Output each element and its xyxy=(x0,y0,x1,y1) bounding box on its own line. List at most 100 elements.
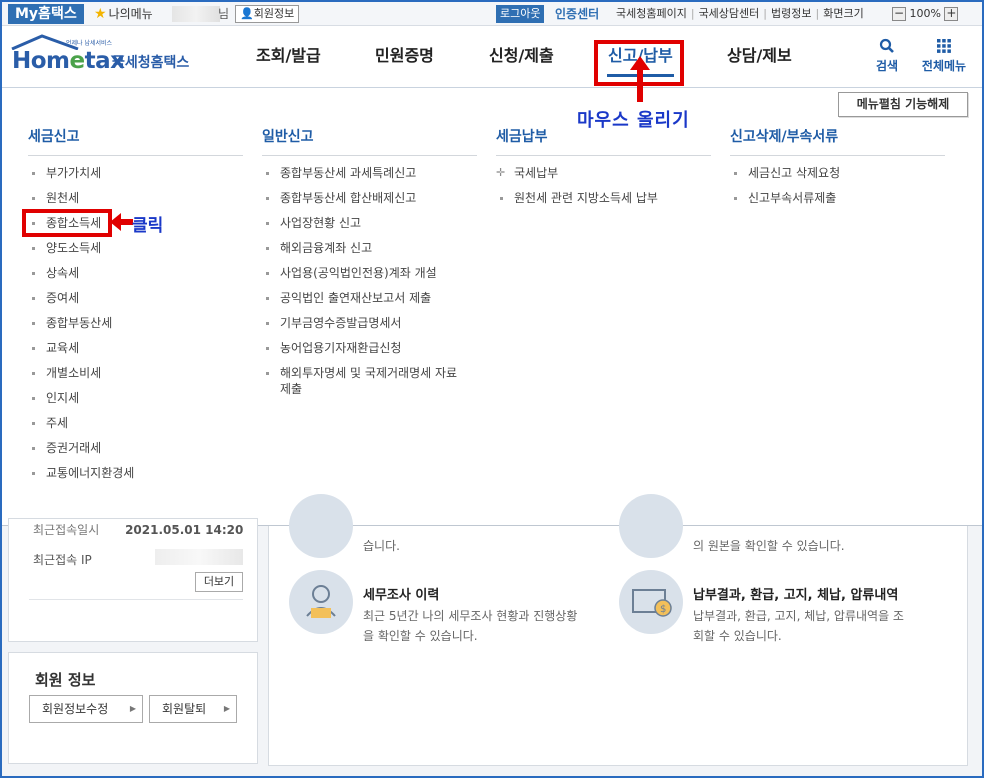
col-title[interactable]: 세금납부 xyxy=(496,128,711,156)
col-title[interactable]: 신고삭제/부속서류 xyxy=(730,128,945,156)
edit-member-label: 회원정보수정 xyxy=(42,702,109,716)
menu-item[interactable]: 해외금융계좌 신고 xyxy=(262,240,477,256)
service-desc-payment: 납부결과, 환급, 고지, 체납, 압류내역을 조회할 수 있습니다. xyxy=(693,609,904,643)
member-info-box: 회원 정보 회원정보수정 ▶ 회원탈퇴 ▶ xyxy=(8,652,258,764)
menu-item[interactable]: 사업장현황 신고 xyxy=(262,215,477,231)
screen-size-label: 화면크기 xyxy=(823,7,864,20)
login-info-box: 최근접속일시 2021.05.01 14:20 최근접속 IP 더보기 xyxy=(8,518,258,642)
menu-item-local-income-tax[interactable]: 원천세 관련 지방소득세 납부 xyxy=(496,190,711,206)
gnb-consult[interactable]: 상담/제보 xyxy=(727,46,792,66)
my-menu-label: 나의메뉴 xyxy=(108,7,153,21)
grid-icon xyxy=(937,39,951,53)
chevron-right-icon: ▶ xyxy=(223,704,230,713)
col-title[interactable]: 세금신고 xyxy=(28,128,243,156)
menu-item-gift[interactable]: 증여세 xyxy=(28,290,243,306)
my-menu-link[interactable]: ★ 나의메뉴 xyxy=(94,6,153,22)
search-label: 검색 xyxy=(875,59,899,73)
ip-redacted xyxy=(155,549,243,565)
cert-center-link[interactable]: 인증센터 xyxy=(555,6,599,22)
service-area: 습니다. 의 원본을 확인할 수 있습니다. 세무조사 이력 최근 5년간 나의… xyxy=(268,494,968,766)
person-icon: 👤 xyxy=(240,7,254,20)
menu-item[interactable]: 해외투자명세 및 국제거래명세 자료 제출 xyxy=(262,365,462,397)
star-icon: ★ xyxy=(94,6,107,22)
logo-tagline: 언제나 납세서비스 xyxy=(66,40,113,47)
menu-item[interactable]: 기부금영수증발급명세서 xyxy=(262,315,477,331)
menu-item-education[interactable]: 교육세 xyxy=(28,340,243,356)
menu-item-capital-gains[interactable]: 양도소득세 xyxy=(28,240,243,256)
utility-bar: My홈택스 ★ 나의메뉴 님 👤회원정보 로그아웃 인증센터 국세청홈페이지 | 국세… xyxy=(2,2,982,26)
divider xyxy=(29,599,243,600)
menu-col-tax-filing: 세금신고 부가가치세 원천세 종합소득세 양도소득세 상속세 증여세 종합부동산… xyxy=(28,128,243,490)
menu-item-delete-request[interactable]: 세금신고 삭제요청 xyxy=(730,165,945,181)
name-suffix: 님 xyxy=(218,7,230,21)
menu-item-energy[interactable]: 교통에너지환경세 xyxy=(28,465,243,481)
edit-member-button[interactable]: 회원정보수정 ▶ xyxy=(29,695,143,723)
menu-item-attachment[interactable]: 신고부속서류제출 xyxy=(730,190,945,206)
menu-item-consumption[interactable]: 개별소비세 xyxy=(28,365,243,381)
law-info-link[interactable]: 법령정보 xyxy=(771,7,811,20)
all-menu-label: 전체메뉴 xyxy=(921,59,967,73)
menu-expand-toggle-button[interactable]: 메뉴펼침 기능해제 xyxy=(838,92,968,117)
nts-homepage-link[interactable]: 국세청홈페이지 xyxy=(616,7,687,20)
background-page: 최근접속일시 2021.05.01 14:20 최근접속 IP 더보기 회원 정… xyxy=(2,494,982,776)
member-info-title: 회원 정보 xyxy=(35,671,96,689)
tax-counsel-link[interactable]: 국세상담센터 xyxy=(699,7,760,20)
last-login-row: 최근접속일시 2021.05.01 14:20 xyxy=(33,521,243,538)
main-header: 언제나 납세서비스 Hometax 국세청홈택스 조회/발급 민원증명 신청/제… xyxy=(2,26,982,88)
zoom-control: − 100% + xyxy=(892,5,959,23)
service-desc-audit: 최근 5년간 나의 세무조사 현황과 진행상황을 확인할 수 있습니다. xyxy=(363,609,578,643)
logo-korean: 국세청홈택스 xyxy=(112,55,190,71)
menu-item[interactable]: 종합부동산세 합산배제신고 xyxy=(262,190,477,206)
browser-frame: My홈택스 ★ 나의메뉴 님 👤회원정보 로그아웃 인증센터 국세청홈페이지 | 국세… xyxy=(0,0,984,778)
my-hometax-button[interactable]: My홈택스 xyxy=(8,4,84,24)
menu-item[interactable]: 사업용(공익법인전용)계좌 개설 xyxy=(262,265,477,281)
gnb-certificate[interactable]: 민원증명 xyxy=(375,46,434,66)
withdraw-button[interactable]: 회원탈퇴 ▶ xyxy=(149,695,237,723)
menu-item-stamp[interactable]: 인지세 xyxy=(28,390,243,406)
col-title[interactable]: 일반신고 xyxy=(262,128,477,156)
zoom-out-button[interactable]: − xyxy=(892,7,906,21)
search-button[interactable]: 검색 xyxy=(860,38,914,74)
menu-item-national-tax-payment[interactable]: 국세납부 xyxy=(496,165,711,181)
last-login-value: 2021.05.01 14:20 xyxy=(125,523,244,537)
payment-result-icon: $ xyxy=(619,570,683,634)
member-info-button[interactable]: 👤회원정보 xyxy=(235,5,300,23)
gnb-inquiry[interactable]: 조회/발급 xyxy=(256,46,321,66)
more-button[interactable]: 더보기 xyxy=(195,572,243,592)
last-login-label: 최근접속일시 xyxy=(33,523,100,537)
gnb-application[interactable]: 신청/제출 xyxy=(489,46,554,66)
highlight-box-income-tax xyxy=(22,209,112,237)
withdraw-label: 회원탈퇴 xyxy=(162,702,207,716)
service-desc-top-right: 의 원본을 확인할 수 있습니다. xyxy=(693,539,845,553)
service-title-payment[interactable]: 납부결과, 환급, 고지, 체납, 압류내역 xyxy=(693,584,898,603)
up-arrow-icon xyxy=(630,56,650,102)
hometax-logo[interactable]: 언제나 납세서비스 Hometax 국세청홈택스 xyxy=(8,34,198,74)
monitor-coin-icon: $ xyxy=(632,589,672,617)
menu-item-property[interactable]: 종합부동산세 xyxy=(28,315,243,331)
menu-item-vat[interactable]: 부가가치세 xyxy=(28,165,243,181)
chevron-right-icon: ▶ xyxy=(129,704,136,713)
menu-item[interactable]: 공익법인 출연재산보고서 제출 xyxy=(262,290,477,306)
person-laptop-icon xyxy=(306,585,336,618)
all-menu-button[interactable]: 전체메뉴 xyxy=(917,38,971,74)
menu-item-withholding[interactable]: 원천세 xyxy=(28,190,243,206)
service-title-audit[interactable]: 세무조사 이력 xyxy=(363,584,439,603)
click-annotation: 클릭 xyxy=(132,216,164,236)
menu-col-delete-attachment: 신고삭제/부속서류 세금신고 삭제요청 신고부속서류제출 xyxy=(730,128,945,215)
menu-item[interactable]: 종합부동산세 과세특례신고 xyxy=(262,165,477,181)
user-name-redacted xyxy=(172,6,220,22)
menu-item[interactable]: 농어업용기자재환급신청 xyxy=(262,340,477,356)
utility-links: 국세청홈페이지 | 국세상담센터 | 법령정보 | 화면크기 xyxy=(616,7,864,20)
mega-menu-panel: 메뉴펼침 기능해제 마우스 올리기 세금신고 부가가치세 원천세 종합소득세 양… xyxy=(2,56,982,526)
document-icon xyxy=(289,494,353,558)
menu-col-general-filing: 일반신고 종합부동산세 과세특례신고 종합부동산세 합산배제신고 사업장현황 신… xyxy=(262,128,477,406)
search-icon xyxy=(879,38,894,53)
menu-item-inheritance[interactable]: 상속세 xyxy=(28,265,243,281)
menu-col-tax-payment: 세금납부 국세납부 원천세 관련 지방소득세 납부 xyxy=(496,128,711,215)
menu-item-liquor[interactable]: 주세 xyxy=(28,415,243,431)
logout-button[interactable]: 로그아웃 xyxy=(496,5,545,23)
svg-text:$: $ xyxy=(660,604,666,615)
member-info-label: 회원정보 xyxy=(253,7,295,20)
zoom-in-button[interactable]: + xyxy=(944,7,959,21)
menu-item-securities[interactable]: 증권거래세 xyxy=(28,440,243,456)
